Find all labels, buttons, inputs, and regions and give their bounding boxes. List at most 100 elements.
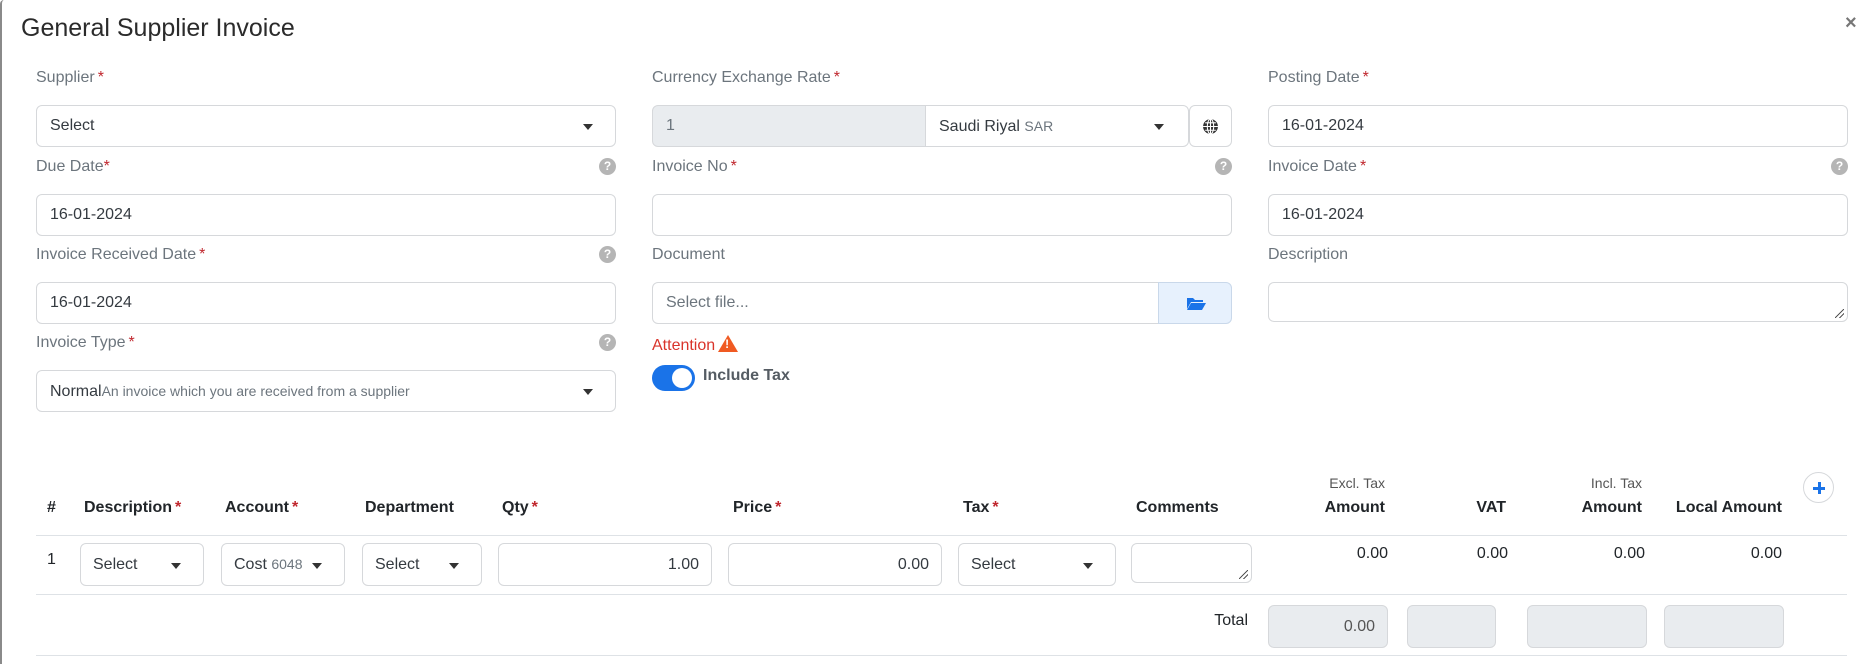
row-vat: 0.00	[1476, 545, 1508, 562]
total-vat	[1407, 605, 1496, 648]
folder-open-icon	[1187, 298, 1206, 310]
attention-notice: Attention	[652, 333, 739, 355]
row-qty-input[interactable]: 1.00	[498, 543, 712, 586]
help-icon[interactable]: ?	[1215, 158, 1232, 175]
help-icon[interactable]: ?	[1831, 158, 1848, 175]
row-department-value: Select	[375, 556, 420, 573]
due-date-field: Due Date*? 16-01-2024	[36, 157, 616, 236]
dialog-title: General Supplier Invoice	[21, 14, 295, 42]
col-header-index: #	[47, 499, 56, 516]
row-account-select[interactable]: Cost 6048	[221, 543, 345, 586]
supplier-select[interactable]: Select	[36, 105, 616, 147]
invoice-no-label: Invoice No	[652, 158, 728, 175]
posting-date-label: Posting Date	[1268, 69, 1360, 86]
col-header-excl-tax-sub: Excl. Tax	[1329, 475, 1385, 491]
total-incl-tax-amount	[1527, 605, 1647, 648]
row-description-value: Select	[93, 556, 138, 573]
col-header-comments: Comments	[1136, 499, 1219, 516]
row-price-input[interactable]: 0.00	[728, 543, 942, 586]
chevron-down-icon	[1154, 124, 1164, 130]
row-account-name: Cost	[234, 556, 267, 573]
required-marker: *	[775, 499, 782, 516]
document-field: Document Select file...	[652, 245, 1232, 324]
include-tax-toggle[interactable]	[652, 365, 695, 391]
total-excl-tax-amount: 0.00	[1268, 605, 1388, 648]
col-header-price: Price *	[733, 499, 781, 517]
currency-exchange-rate-label: Currency Exchange Rate	[652, 69, 831, 86]
row-comments-textarea[interactable]	[1131, 543, 1252, 583]
close-icon[interactable]: ×	[1845, 13, 1857, 33]
supplier-invoice-dialog: General Supplier Invoice × Supplier * Sel…	[0, 0, 1870, 664]
browse-file-button[interactable]	[1158, 282, 1232, 324]
exchange-rate-input[interactable]: 1	[652, 105, 926, 147]
posting-date-input[interactable]: 16-01-2024	[1268, 105, 1848, 147]
resize-handle-icon[interactable]	[1835, 309, 1844, 318]
description-textarea[interactable]	[1268, 282, 1848, 322]
invoice-received-date-label: Invoice Received Date	[36, 246, 197, 263]
currency-exchange-rate-field: Currency Exchange Rate * 1 Saudi Riyal SA…	[652, 68, 1232, 147]
col-header-tax: Tax *	[963, 499, 999, 517]
invoice-type-value: Normal	[50, 383, 102, 400]
invoice-date-field: Invoice Date *? 16-01-2024	[1268, 157, 1848, 236]
required-marker: *	[175, 499, 182, 516]
posting-date-field: Posting Date * 16-01-2024	[1268, 68, 1848, 147]
row-description-select[interactable]: Select	[80, 543, 204, 586]
required-marker: *	[833, 69, 840, 86]
row-excl-tax-amount: 0.00	[1356, 545, 1388, 562]
invoice-date-value: 16-01-2024	[1282, 206, 1364, 223]
row-index: 1	[47, 551, 56, 568]
chevron-down-icon	[312, 563, 322, 569]
invoice-received-date-field: Invoice Received Date *? 16-01-2024	[36, 245, 616, 324]
col-header-local-amount: Local Amount	[1675, 499, 1782, 516]
required-marker: *	[730, 158, 737, 175]
supplier-field: Supplier * Select	[36, 68, 616, 147]
resize-handle-icon[interactable]	[1239, 570, 1248, 579]
description-label: Description	[1268, 246, 1349, 263]
row-department-select[interactable]: Select	[362, 543, 482, 586]
invoice-type-label: Invoice Type	[36, 334, 126, 351]
document-label: Document	[652, 246, 725, 263]
required-marker: *	[128, 334, 135, 351]
required-marker: *	[199, 246, 206, 263]
posting-date-value: 16-01-2024	[1282, 117, 1364, 134]
currency-globe-button[interactable]	[1189, 105, 1232, 147]
col-header-incl-tax-sub: Incl. Tax	[1590, 475, 1642, 491]
col-header-account: Account *	[225, 499, 298, 517]
document-file-input[interactable]: Select file...	[652, 282, 1159, 324]
invoice-type-select[interactable]: NormalAn invoice which you are received …	[36, 370, 616, 412]
chevron-down-icon	[1083, 563, 1093, 569]
invoice-date-label: Invoice Date	[1268, 158, 1357, 175]
required-marker: *	[992, 499, 999, 516]
invoice-received-date-value: 16-01-2024	[50, 294, 132, 311]
include-tax-label: Include Tax	[703, 367, 790, 384]
currency-select[interactable]: Saudi Riyal SAR	[925, 105, 1189, 147]
currency-code: SAR	[1024, 118, 1054, 134]
row-tax-value: Select	[971, 556, 1016, 573]
total-label: Total	[1214, 612, 1248, 629]
chevron-down-icon	[449, 563, 459, 569]
invoice-received-date-input[interactable]: 16-01-2024	[36, 282, 616, 324]
row-price-value: 0.00	[897, 556, 929, 573]
help-icon[interactable]: ?	[599, 334, 616, 351]
total-local-amount	[1664, 605, 1784, 648]
col-header-excl-tax-amount: Amount	[1324, 499, 1385, 516]
required-marker: *	[531, 499, 538, 516]
supplier-label: Supplier	[36, 69, 95, 86]
warning-icon	[718, 335, 739, 352]
col-header-price-label: Price	[733, 499, 773, 516]
exchange-rate-value: 1	[666, 117, 675, 134]
col-header-description: Description *	[84, 499, 181, 517]
required-marker: *	[103, 158, 110, 175]
invoice-date-input[interactable]: 16-01-2024	[1268, 194, 1848, 236]
help-icon[interactable]: ?	[599, 158, 616, 175]
invoice-no-input[interactable]	[652, 194, 1232, 236]
col-header-qty: Qty *	[502, 499, 538, 517]
table-header-divider	[36, 535, 1847, 536]
row-tax-select[interactable]: Select	[958, 543, 1116, 586]
due-date-input[interactable]: 16-01-2024	[36, 194, 616, 236]
document-placeholder: Select file...	[666, 294, 749, 311]
add-row-button[interactable]	[1803, 472, 1834, 503]
required-marker: *	[1359, 158, 1367, 175]
help-icon[interactable]: ?	[599, 246, 616, 263]
currency-name: Saudi Riyal	[939, 118, 1020, 135]
